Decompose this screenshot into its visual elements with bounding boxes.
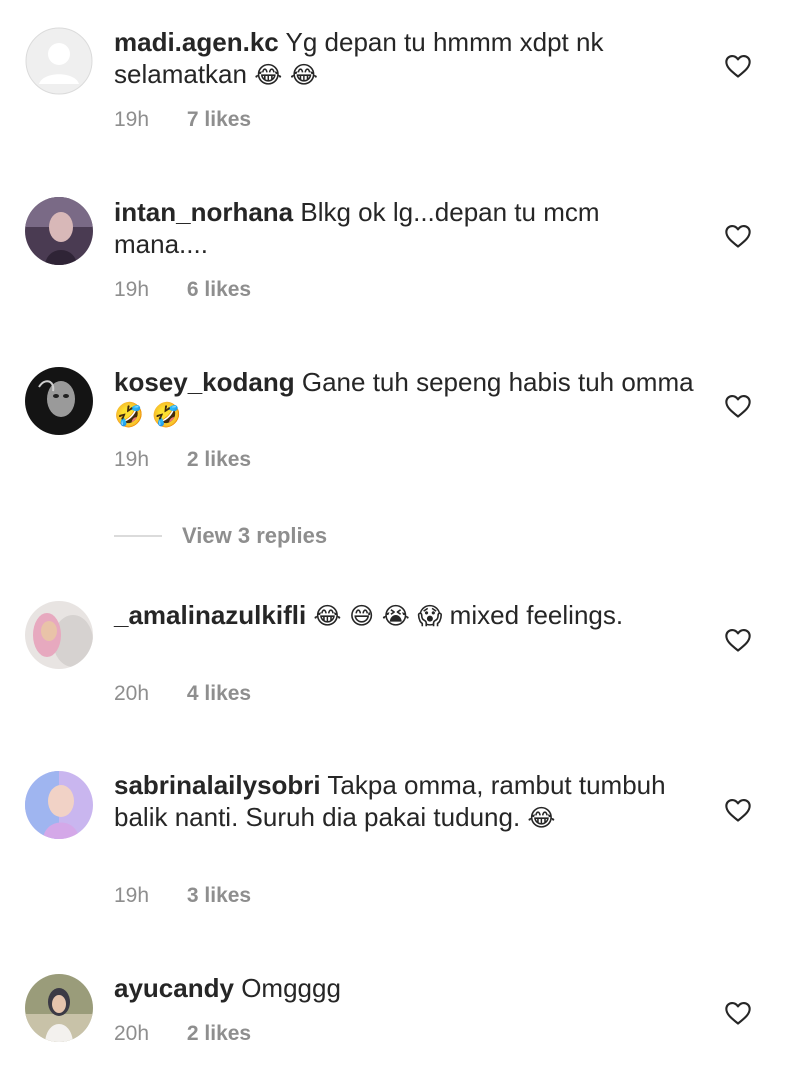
- heart-outline-icon[interactable]: [724, 52, 752, 80]
- comment-likes[interactable]: 6 likes: [187, 278, 251, 302]
- heart-outline-icon[interactable]: [724, 626, 752, 654]
- heart-outline-icon[interactable]: [724, 392, 752, 420]
- comment-body: _amalinazulkifli 😂 😅 😭 😱 mixed feelings.: [114, 599, 694, 632]
- comment-time: 20h: [114, 682, 150, 705]
- comment-meta: 20h 2 likes: [114, 1022, 251, 1046]
- comment-username[interactable]: madi.agen.kc: [114, 27, 279, 57]
- comment-text: Gane tuh sepeng habis tuh omma: [301, 367, 694, 397]
- user-avatar[interactable]: [25, 197, 93, 265]
- user-avatar[interactable]: [25, 367, 93, 435]
- heart-outline-icon[interactable]: [724, 796, 752, 824]
- comment-time: 19h: [114, 884, 150, 907]
- comment-body: intan_norhana Blkg ok lg...depan tu mcm …: [114, 196, 694, 260]
- comment-body: madi.agen.kc Yg depan tu hmmm xdpt nk se…: [114, 26, 694, 91]
- comment-likes[interactable]: 2 likes: [187, 448, 251, 472]
- comment-text: Omgggg: [241, 973, 341, 1003]
- comment-time: 19h: [114, 278, 150, 301]
- view-replies-label: View 3 replies: [182, 523, 328, 548]
- comment-meta: 19h 2 likes: [114, 448, 251, 472]
- user-avatar[interactable]: [25, 601, 93, 669]
- comment-likes[interactable]: 7 likes: [187, 108, 251, 132]
- comment-emojis: 🤣 🤣: [114, 401, 182, 429]
- comment-meta: 19h 3 likes: [114, 884, 251, 908]
- user-avatar[interactable]: [25, 771, 93, 839]
- comment-meta: 20h 4 likes: [114, 682, 251, 706]
- default-avatar-icon[interactable]: [25, 27, 93, 95]
- comment-likes[interactable]: 2 likes: [187, 1022, 251, 1046]
- comment-time: 20h: [114, 1022, 150, 1045]
- comment-meta: 19h 7 likes: [114, 108, 251, 132]
- comment-emojis: 😂: [527, 804, 556, 832]
- comment-likes[interactable]: 4 likes: [187, 682, 251, 706]
- comment-emojis: 😂 😂: [254, 61, 318, 89]
- comment-body: ayucandy Omgggg: [114, 972, 694, 1004]
- comment-username[interactable]: kosey_kodang: [114, 367, 295, 397]
- comment-emojis: 😂 😅 😭 😱: [313, 602, 443, 630]
- comment-username[interactable]: intan_norhana: [114, 197, 293, 227]
- comment-meta: 19h 6 likes: [114, 278, 251, 302]
- comment-likes[interactable]: 3 likes: [187, 884, 251, 908]
- heart-outline-icon[interactable]: [724, 222, 752, 250]
- comment-username[interactable]: sabrinalailysobri: [114, 770, 321, 800]
- replies-divider: [114, 535, 162, 537]
- comment-body: sabrinalailysobri Takpa omma, rambut tum…: [114, 769, 694, 834]
- comment-username[interactable]: ayucandy: [114, 973, 234, 1003]
- comment-time: 19h: [114, 108, 150, 131]
- comment-username[interactable]: _amalinazulkifli: [114, 600, 306, 630]
- heart-outline-icon[interactable]: [724, 999, 752, 1027]
- comment-body: kosey_kodang Gane tuh sepeng habis tuh o…: [114, 366, 694, 431]
- comment-text: mixed feelings.: [449, 600, 624, 630]
- view-replies-button[interactable]: View 3 replies: [114, 523, 327, 549]
- comment-time: 19h: [114, 448, 150, 471]
- user-avatar[interactable]: [25, 974, 93, 1042]
